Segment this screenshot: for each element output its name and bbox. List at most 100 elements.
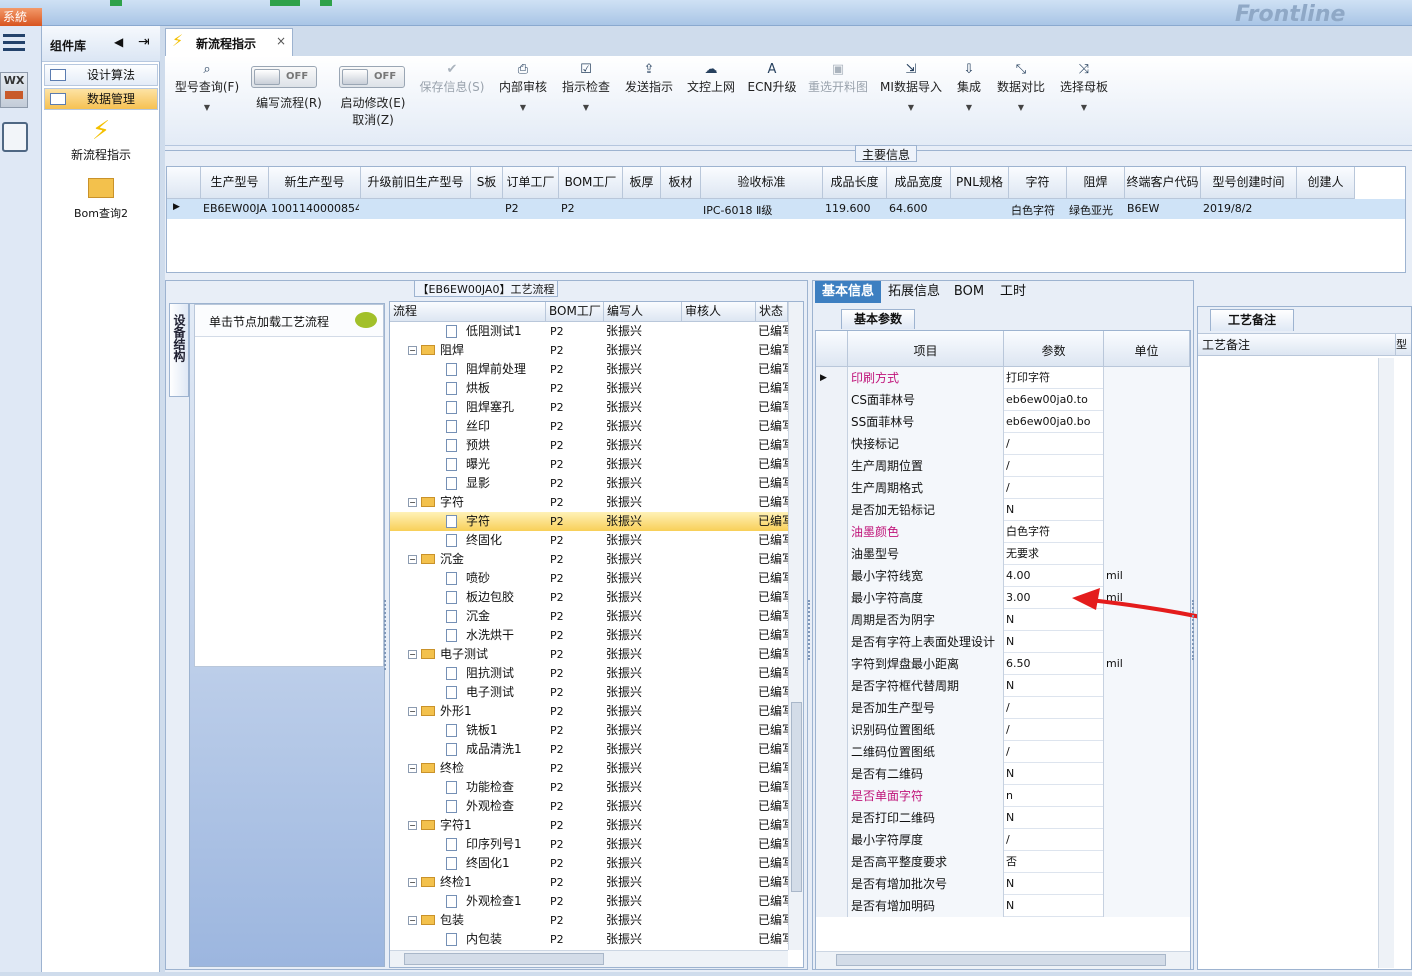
cancel-label[interactable]: 取消(Z) [327, 111, 419, 128]
scroll-thumb[interactable] [836, 954, 1166, 966]
process-tree-row[interactable]: − 字符1 P2 张振兴 已编写 [390, 816, 788, 835]
table-cell[interactable]: 64.600 [889, 202, 949, 215]
param-row[interactable]: CS面菲林号 eb6ew00ja0.to [816, 389, 1190, 411]
column-header[interactable]: BOM工厂 [546, 302, 604, 322]
collapse-toggle-icon[interactable]: − [408, 498, 417, 507]
param-row[interactable]: 二维码位置图纸 / [816, 741, 1190, 763]
param-value[interactable]: / [1006, 829, 1010, 851]
tab-detail[interactable]: BOM [953, 281, 985, 303]
param-value[interactable]: N [1006, 873, 1014, 895]
column-header[interactable]: 字符 [1009, 167, 1067, 199]
collapse-toggle-icon[interactable]: − [408, 764, 417, 773]
param-value[interactable]: / [1006, 741, 1010, 763]
tab-new-process[interactable]: ⚡ 新流程指示 × [165, 28, 293, 56]
column-header[interactable]: 参数 [1004, 331, 1104, 367]
process-tree-row[interactable]: 沉金 P2 张振兴 已编写 [390, 607, 788, 626]
param-value[interactable]: N [1006, 807, 1014, 829]
column-header[interactable] [816, 331, 848, 367]
start-modify-toggle[interactable]: OFF [339, 66, 405, 88]
dropdown-arrow-icon[interactable]: ▼ [951, 103, 987, 112]
internal-review-button[interactable]: ⎙ 内部审核 ▼ [495, 62, 551, 112]
process-vertical-scrollbar[interactable] [788, 302, 803, 950]
param-row[interactable]: 快接标记 / [816, 433, 1190, 455]
param-value[interactable]: eb6ew00ja0.to [1006, 389, 1088, 411]
device-tree[interactable]: 单击节点加载工艺流程 [194, 304, 384, 667]
tab-detail[interactable]: 拓展信息 [885, 281, 943, 303]
param-row[interactable]: 生产周期位置 / [816, 455, 1190, 477]
process-tree-row[interactable]: 阻抗测试 P2 张振兴 已编写 [390, 664, 788, 683]
table-cell[interactable]: 2019/8/2 [1203, 202, 1295, 215]
column-header[interactable]: 状态 [756, 302, 788, 322]
param-value[interactable]: 无要求 [1006, 543, 1039, 565]
collapse-toggle-icon[interactable]: − [408, 878, 417, 887]
param-value[interactable]: 6.50 [1006, 653, 1031, 675]
param-value[interactable]: eb6ew00ja0.bo [1006, 411, 1091, 433]
process-tree-row[interactable]: − 终检1 P2 张振兴 已编写 [390, 873, 788, 892]
collapse-toggle-icon[interactable]: − [408, 346, 417, 355]
upload-online-button[interactable]: ☁ 文控上网 [683, 62, 739, 95]
column-header[interactable]: BOM工厂 [559, 167, 623, 199]
column-header[interactable]: 订单工厂 [503, 167, 559, 199]
process-tree-row[interactable]: − 包装 P2 张振兴 已编写 [390, 911, 788, 930]
param-row[interactable]: 字符到焊盘最小距离 6.50 mil [816, 653, 1190, 675]
data-compare-button[interactable]: ⤡ 数据对比 ▼ [993, 62, 1049, 112]
param-row[interactable]: 是否打印二维码 N [816, 807, 1190, 829]
param-value[interactable]: 打印字符 [1006, 367, 1050, 389]
select-mother-board-button[interactable]: ⤨ 选择母板 ▼ [1055, 62, 1113, 112]
tool-bom-query[interactable]: Bom查询2 [42, 176, 160, 222]
param-value[interactable]: / [1006, 719, 1010, 741]
process-tree-row[interactable]: 印序列号1 P2 张振兴 已编写 [390, 835, 788, 854]
process-tree-row[interactable]: 铣板1 P2 张振兴 已编写 [390, 721, 788, 740]
dropdown-arrow-icon[interactable]: ▼ [169, 103, 245, 112]
scroll-thumb[interactable] [404, 953, 604, 965]
tab-device-structure[interactable]: 设备结构 [169, 303, 189, 397]
process-tree-row[interactable]: 曝光 P2 张振兴 已编写 [390, 455, 788, 474]
table-cell[interactable]: 白色字符 [1011, 202, 1065, 218]
table-cell[interactable]: B6EW [1127, 202, 1199, 215]
dropdown-arrow-icon[interactable]: ▼ [495, 103, 551, 112]
process-tree-row[interactable]: 内包装 P2 张振兴 已编写 [390, 930, 788, 949]
param-value[interactable]: N [1006, 499, 1014, 521]
param-value[interactable]: N [1006, 675, 1014, 697]
param-row[interactable]: ▶ 印刷方式 打印字符 [816, 367, 1190, 389]
param-row[interactable]: 生产周期格式 / [816, 477, 1190, 499]
process-tree-row[interactable]: 丝印 P2 张振兴 已编写 [390, 417, 788, 436]
param-row[interactable]: 是否有字符上表面处理设计 N [816, 631, 1190, 653]
process-tree-row[interactable]: − 字符 P2 张振兴 已编写 [390, 493, 788, 512]
model-query-button[interactable]: ⌕ 型号查询(F) ▼ [169, 62, 245, 112]
param-row[interactable]: 是否有增加明码 N [816, 895, 1190, 917]
tab-basic-params[interactable]: 基本参数 [841, 309, 915, 329]
dropdown-arrow-icon[interactable]: ▼ [557, 103, 615, 112]
table-cell[interactable]: P2 [505, 202, 557, 215]
table-cell[interactable]: 119.600 [825, 202, 885, 215]
process-tree-row[interactable]: 成品清洗1 P2 张振兴 已编写 [390, 740, 788, 759]
param-value[interactable]: N [1006, 895, 1014, 917]
process-tree-row[interactable]: − 阻焊 P2 张振兴 已编写 [390, 341, 788, 360]
collapse-toggle-icon[interactable]: − [408, 821, 417, 830]
component-design-algorithm[interactable]: 设计算法 [44, 64, 158, 86]
mi-import-button[interactable]: ⇲ MI数据导入 ▼ [877, 62, 945, 112]
param-row[interactable]: 是否字符框代替周期 N [816, 675, 1190, 697]
process-tree-row[interactable]: 外观检查 P2 张振兴 已编写 [390, 797, 788, 816]
collapse-toggle-icon[interactable]: − [408, 916, 417, 925]
process-tree-row[interactable]: 阻焊塞孔 P2 张振兴 已编写 [390, 398, 788, 417]
send-instruction-button[interactable]: ⇪ 发送指示 [621, 62, 677, 95]
system-menu-button[interactable]: 系統 [0, 8, 42, 26]
tool-new-process[interactable]: ⚡ 新流程指示 [42, 116, 160, 166]
process-tree-row[interactable]: − 终检 P2 张振兴 已编写 [390, 759, 788, 778]
param-row[interactable]: 是否加无铅标记 N [816, 499, 1190, 521]
param-row[interactable]: 油墨颜色 白色字符 [816, 521, 1190, 543]
param-row[interactable]: 最小字符厚度 / [816, 829, 1190, 851]
param-value[interactable]: N [1006, 763, 1014, 785]
column-header[interactable]: 阻焊 [1067, 167, 1125, 199]
process-tree-row[interactable]: − 电子测试 P2 张振兴 已编写 [390, 645, 788, 664]
column-header[interactable]: 终端客户代码 [1125, 167, 1201, 199]
params-horizontal-scrollbar[interactable] [816, 951, 1190, 969]
splitter-handle[interactable] [1192, 600, 1196, 660]
param-value[interactable]: 否 [1006, 851, 1017, 873]
process-tree-row[interactable]: 阻焊前处理 P2 张振兴 已编写 [390, 360, 788, 379]
calculator-icon[interactable] [2, 122, 28, 152]
process-tree-row[interactable]: 终固化1 P2 张振兴 已编写 [390, 854, 788, 873]
column-header[interactable]: 单位 [1104, 331, 1190, 367]
column-header[interactable]: 板材 [661, 167, 701, 199]
